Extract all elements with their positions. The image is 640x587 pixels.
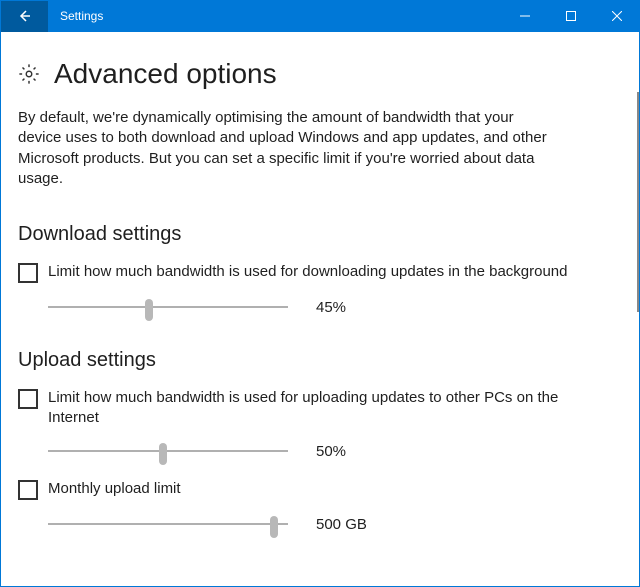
upload-slider-value: 50% [316, 443, 376, 460]
maximize-button[interactable] [548, 0, 594, 32]
slider-thumb[interactable] [145, 299, 153, 321]
monthly-limit-label: Monthly upload limit [48, 479, 181, 499]
upload-slider-row: 50% [48, 441, 622, 461]
upload-limit-label: Limit how much bandwidth is used for upl… [48, 388, 608, 427]
monthly-upload-slider[interactable] [48, 514, 288, 534]
upload-bandwidth-slider[interactable] [48, 441, 288, 461]
window-title: Settings [48, 9, 502, 23]
monthly-limit-checkbox[interactable] [18, 480, 38, 500]
gear-icon [18, 63, 40, 85]
content-area: Advanced options By default, we're dynam… [0, 32, 640, 587]
upload-section-title: Upload settings [18, 349, 622, 372]
download-limit-label: Limit how much bandwidth is used for dow… [48, 262, 568, 282]
upload-limit-row: Limit how much bandwidth is used for upl… [18, 388, 622, 427]
window-controls [502, 0, 640, 32]
minimize-button[interactable] [502, 0, 548, 32]
monthly-limit-row: Monthly upload limit [18, 479, 622, 500]
slider-track [48, 306, 288, 308]
monthly-slider-row: 500 GB [48, 514, 622, 534]
arrow-left-icon [16, 8, 32, 24]
slider-thumb[interactable] [270, 516, 278, 538]
page-header: Advanced options [18, 58, 622, 90]
back-button[interactable] [0, 0, 48, 32]
download-limit-checkbox[interactable] [18, 263, 38, 283]
page-description: By default, we're dynamically optimising… [18, 108, 558, 189]
download-limit-row: Limit how much bandwidth is used for dow… [18, 262, 622, 283]
titlebar: Settings [0, 0, 640, 32]
upload-limit-checkbox[interactable] [18, 389, 38, 409]
upload-section: Upload settings Limit how much bandwidth… [18, 349, 622, 534]
slider-track [48, 450, 288, 452]
monthly-slider-value: 500 GB [316, 516, 376, 533]
slider-thumb[interactable] [159, 443, 167, 465]
download-slider-row: 45% [48, 297, 622, 317]
download-bandwidth-slider[interactable] [48, 297, 288, 317]
download-section: Download settings Limit how much bandwid… [18, 223, 622, 317]
download-section-title: Download settings [18, 223, 622, 246]
page-title: Advanced options [54, 58, 277, 90]
close-button[interactable] [594, 0, 640, 32]
download-slider-value: 45% [316, 299, 376, 316]
slider-track [48, 523, 288, 525]
